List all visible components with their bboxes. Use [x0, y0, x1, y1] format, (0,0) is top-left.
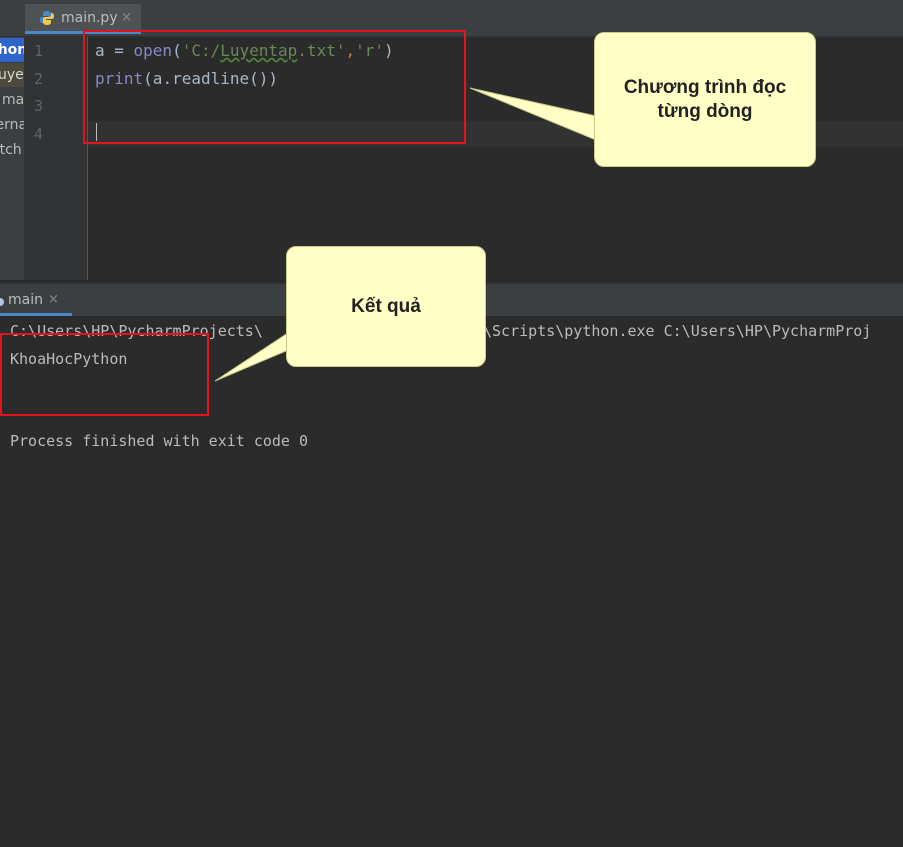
callout-result: Kết quả — [286, 246, 486, 367]
callout-pointer-code — [469, 87, 597, 141]
callout-code-explanation: Chương trình đọc từng dòng — [594, 32, 816, 167]
